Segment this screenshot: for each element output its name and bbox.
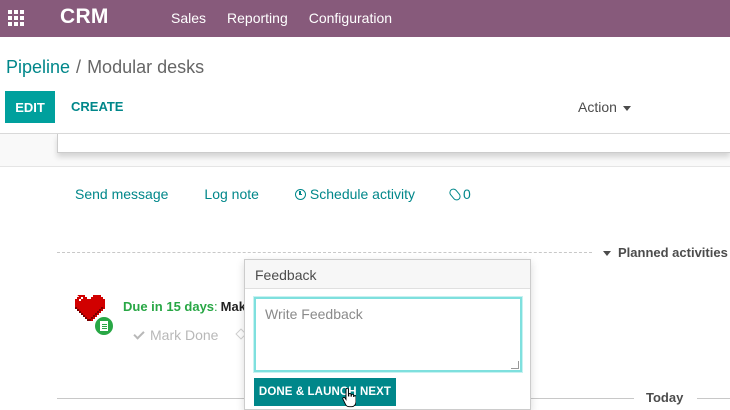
done-launch-next-button[interactable]: DONE & LAUNCH NEXT [254, 378, 396, 406]
main-menu: Sales Reporting Configuration [171, 10, 392, 26]
app-brand[interactable]: CRM [60, 5, 109, 29]
feedback-textarea[interactable] [254, 297, 522, 372]
caret-down-icon [603, 251, 611, 257]
activity-due-line: Due in 15 days: Mak [123, 299, 246, 314]
top-navbar: CRM Sales Reporting Configuration [0, 0, 730, 37]
menu-item-reporting[interactable]: Reporting [227, 10, 288, 26]
popover-title: Feedback [245, 260, 530, 289]
hand-cursor-icon [342, 388, 356, 408]
feedback-popover: Feedback DONE & LAUNCH NEXT [244, 259, 531, 410]
activity-due-label: Due in 15 days [123, 299, 215, 314]
chatter-toolbar: Send message Log note Schedule activity … [75, 186, 471, 202]
menu-item-sales[interactable]: Sales [171, 10, 206, 26]
due-colon: : [214, 299, 218, 314]
resize-handle-icon[interactable] [511, 361, 519, 369]
schedule-activity-label: Schedule activity [309, 186, 415, 202]
chatter-divider [0, 166, 730, 167]
attachments-button[interactable]: 0 [447, 186, 471, 202]
today-separator-right [697, 398, 730, 399]
planned-activities-label: Planned activities [618, 245, 728, 260]
breadcrumb-pipeline-link[interactable]: Pipeline [6, 57, 70, 77]
planned-activities-toggle[interactable]: Planned activities [603, 245, 728, 260]
breadcrumb-separator: / [76, 57, 82, 77]
action-dropdown[interactable]: Action [578, 99, 631, 115]
create-button[interactable]: CREATE [71, 99, 123, 114]
action-dropdown-label: Action [578, 99, 617, 115]
schedule-activity-button[interactable]: Schedule activity [294, 186, 415, 202]
menu-item-configuration[interactable]: Configuration [309, 10, 392, 26]
activity-summary: Mak [220, 299, 246, 314]
mark-done-button[interactable]: Mark Done [133, 327, 219, 343]
edit-button[interactable]: EDIT [5, 91, 55, 123]
clock-icon [294, 188, 306, 200]
planned-activities-separator [57, 252, 592, 253]
check-icon [133, 327, 145, 340]
send-message-button[interactable]: Send message [75, 186, 168, 202]
breadcrumb-current: Modular desks [87, 57, 205, 77]
document-icon [93, 315, 115, 337]
attachment-count: 0 [462, 186, 471, 202]
today-label: Today [646, 390, 684, 405]
caret-down-icon [622, 105, 631, 111]
apps-menu-icon[interactable] [8, 10, 24, 26]
form-sheet [57, 134, 730, 153]
breadcrumb: Pipeline / Modular desks [6, 57, 204, 78]
paperclip-icon [447, 186, 463, 202]
mark-done-label: Mark Done [150, 327, 219, 343]
log-note-button[interactable]: Log note [204, 186, 259, 202]
